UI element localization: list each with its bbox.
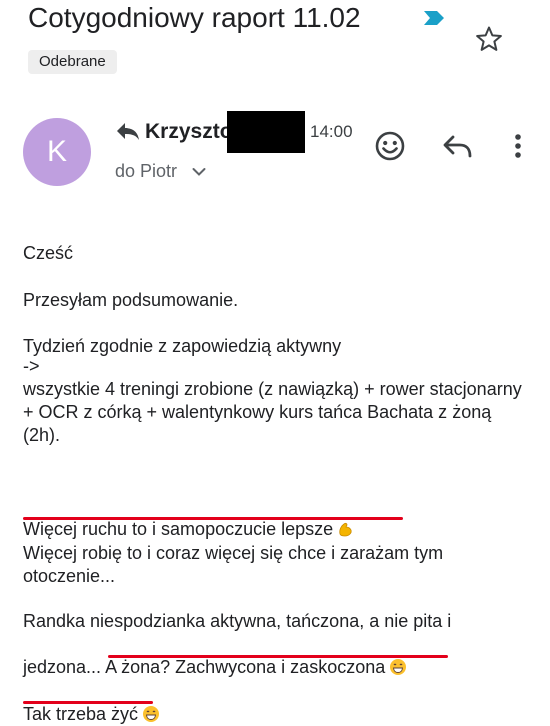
highlight-underline-2 xyxy=(108,655,448,658)
recipient-details[interactable]: do Piotr xyxy=(115,159,206,183)
grinning-face-emoji xyxy=(390,659,407,675)
highlight-underline-1 xyxy=(23,517,403,520)
emoji-icon[interactable] xyxy=(372,128,408,164)
grinning-face-emoji xyxy=(143,706,160,722)
highlight-text-2: A żona? Zachwycona i zaskoczona xyxy=(105,657,386,677)
flexed-biceps-emoji xyxy=(339,522,352,537)
intro-line: Przesyłam podsumowanie. xyxy=(23,290,239,310)
redaction-box xyxy=(227,111,305,153)
date-line-a: Randka niespodzianka aktywna, tańczona, … xyxy=(23,611,452,631)
importance-marker-icon[interactable] xyxy=(422,9,446,27)
more-vert-icon[interactable] xyxy=(500,128,536,164)
recipient-label: do Piotr xyxy=(115,161,178,181)
greeting: Cześć xyxy=(23,243,74,263)
more-line: Więcej robię to i coraz więcej się chce … xyxy=(23,543,444,586)
closing-text: Tak trzeba żyć xyxy=(23,704,139,724)
email-subject: Cotygodniowy raport 11.02 xyxy=(28,2,361,33)
trainings-paragraph: wszystkie 4 treningi zrobione (z nawiązk… xyxy=(23,379,522,445)
sender-name[interactable]: Krzyszto xyxy=(145,118,233,146)
star-outline-icon[interactable] xyxy=(474,24,504,54)
highlight-underline-3 xyxy=(23,701,153,704)
reply-icon[interactable] xyxy=(440,128,476,164)
sender-line: Krzyszto 14:00 xyxy=(115,111,375,153)
reply-arrow-icon xyxy=(117,123,139,140)
chevron-down-icon[interactable] xyxy=(192,167,206,177)
arrow-line: -> xyxy=(23,356,40,376)
label-chip-inbox[interactable]: Odebrane xyxy=(28,50,117,74)
highlight-text-1: Więcej ruchu to i samopoczucie lepsze xyxy=(23,519,334,539)
message-time: 14:00 xyxy=(310,122,353,141)
subject-row: Cotygodniowy raport 11.02 xyxy=(28,0,528,40)
date-line-b-text: jedzona... xyxy=(23,657,106,677)
avatar[interactable]: K xyxy=(23,118,91,186)
